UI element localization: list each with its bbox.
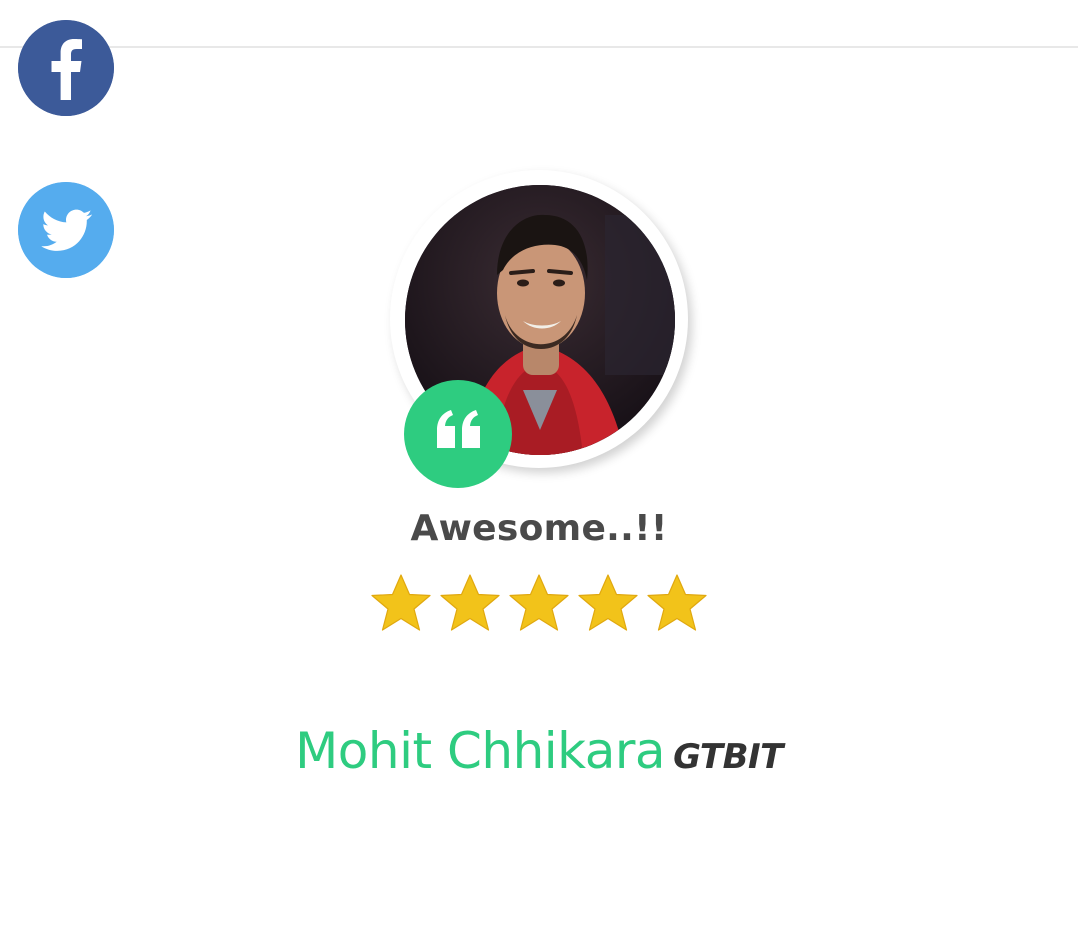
star-icon [507,572,571,636]
twitter-icon [18,182,114,278]
star-icon [438,572,502,636]
star-rating [369,572,714,638]
facebook-icon [18,20,114,116]
author-line: Mohit Chhikara GTBIT [0,722,1078,780]
author-name: Mohit Chhikara [295,722,666,780]
author-organization: GTBIT [673,737,783,777]
twitter-share-button[interactable] [18,182,114,278]
star-icon [369,572,433,636]
facebook-share-button[interactable] [18,20,114,116]
header-divider [0,46,1078,48]
star-icon [576,572,640,636]
star-icon [645,572,709,636]
quote-icon [437,410,480,448]
quote-badge [404,380,512,488]
testimonial-headline: Awesome..!! [410,508,668,549]
